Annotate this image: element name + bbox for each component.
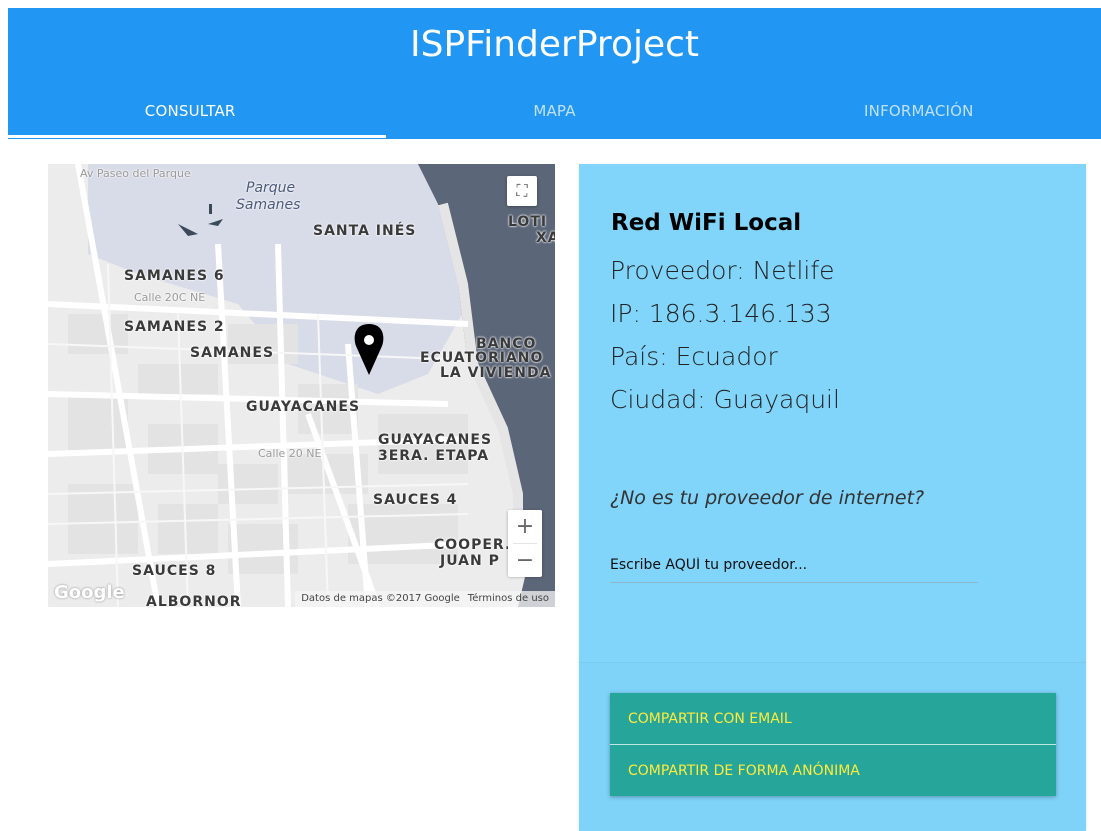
tab-informacion[interactable]: INFORMACIÓN (737, 82, 1101, 139)
tab-bar: CONSULTAR MAPA INFORMACIÓN (8, 82, 1101, 139)
map-label-neighborhood: COOPER. (434, 537, 512, 553)
city-line: Ciudad: Guayaquil (610, 385, 840, 414)
share-email-button[interactable]: COMPARTIR CON EMAIL (610, 693, 1056, 745)
provider-line: Proveedor: Netlife (610, 256, 835, 285)
map-label-park: Samanes (236, 197, 301, 213)
map-label-neighborhood: GUAYACANES (378, 432, 493, 448)
map-label-neighborhood: 3ERA. ETAPA (378, 448, 490, 464)
map-data-credit: Datos de mapas ©2017 Google (301, 593, 460, 604)
network-title: Red WiFi Local (611, 210, 802, 236)
network-info-content: Red WiFi Local Proveedor: Netlife IP: 18… (579, 164, 1086, 662)
map-label-street: Av Paseo del Parque (80, 167, 191, 180)
map-label-park: Parque (246, 180, 296, 196)
map-label-neighborhood: SAUCES 4 (373, 492, 458, 508)
map-label-neighborhood: SAMANES 6 (124, 268, 225, 284)
map-label-neighborhood: GUAYACANES (246, 399, 361, 415)
map-attribution: Datos de mapas ©2017 Google Términos de … (295, 591, 555, 607)
zoom-in-button[interactable]: + (508, 510, 542, 543)
map-label-neighborhood: SANTA INÉS (313, 223, 417, 239)
provider-question: ¿No es tu proveedor de internet? (610, 487, 925, 509)
zoom-out-button[interactable]: − (508, 544, 542, 577)
map-label-neighborhood: SAUCES 8 (132, 563, 217, 579)
fullscreen-button[interactable]: ⛶ (507, 176, 537, 206)
provider-input[interactable] (610, 548, 978, 583)
ip-line: IP: 186.3.146.133 (610, 299, 832, 328)
map-label-neighborhood: LA VIVIENDA (440, 365, 552, 381)
map-label-neighborhood: SAMANES (190, 345, 275, 361)
map-label-street: Calle 20C NE (134, 291, 206, 304)
map-label-neighborhood: LOTI (508, 214, 548, 230)
map-label-neighborhood: ECUATORIANO (420, 350, 544, 366)
active-tab-indicator (8, 135, 386, 138)
map-footer: Google Datos de mapas ©2017 Google Térmi… (48, 582, 555, 607)
tab-mapa[interactable]: MAPA (372, 82, 736, 139)
zoom-controls: + − (508, 510, 542, 577)
share-anonymous-button[interactable]: COMPARTIR DE FORMA ANÓNIMA (610, 745, 1056, 796)
share-button-group: COMPARTIR CON EMAIL COMPARTIR DE FORMA A… (610, 693, 1056, 796)
map-label-neighborhood: SAMANES 2 (124, 319, 225, 335)
app-bar: ISPFinderProject CONSULTAR MAPA INFORMAC… (8, 8, 1101, 139)
google-logo: Google (54, 582, 125, 603)
tab-consultar[interactable]: CONSULTAR (8, 82, 372, 139)
map-label-neighborhood: XA (536, 230, 555, 246)
map-label-street: Calle 20 NE (258, 447, 322, 460)
terms-link[interactable]: Términos de uso (468, 591, 549, 607)
network-info-card: Red WiFi Local Proveedor: Netlife IP: 18… (579, 164, 1086, 831)
app-title: ISPFinderProject (409, 24, 700, 65)
map-view[interactable]: Av Paseo del Parque Parque Samanes SANTA… (48, 164, 555, 607)
map-label-neighborhood: JUAN P (440, 553, 500, 569)
country-line: País: Ecuador (610, 342, 778, 371)
